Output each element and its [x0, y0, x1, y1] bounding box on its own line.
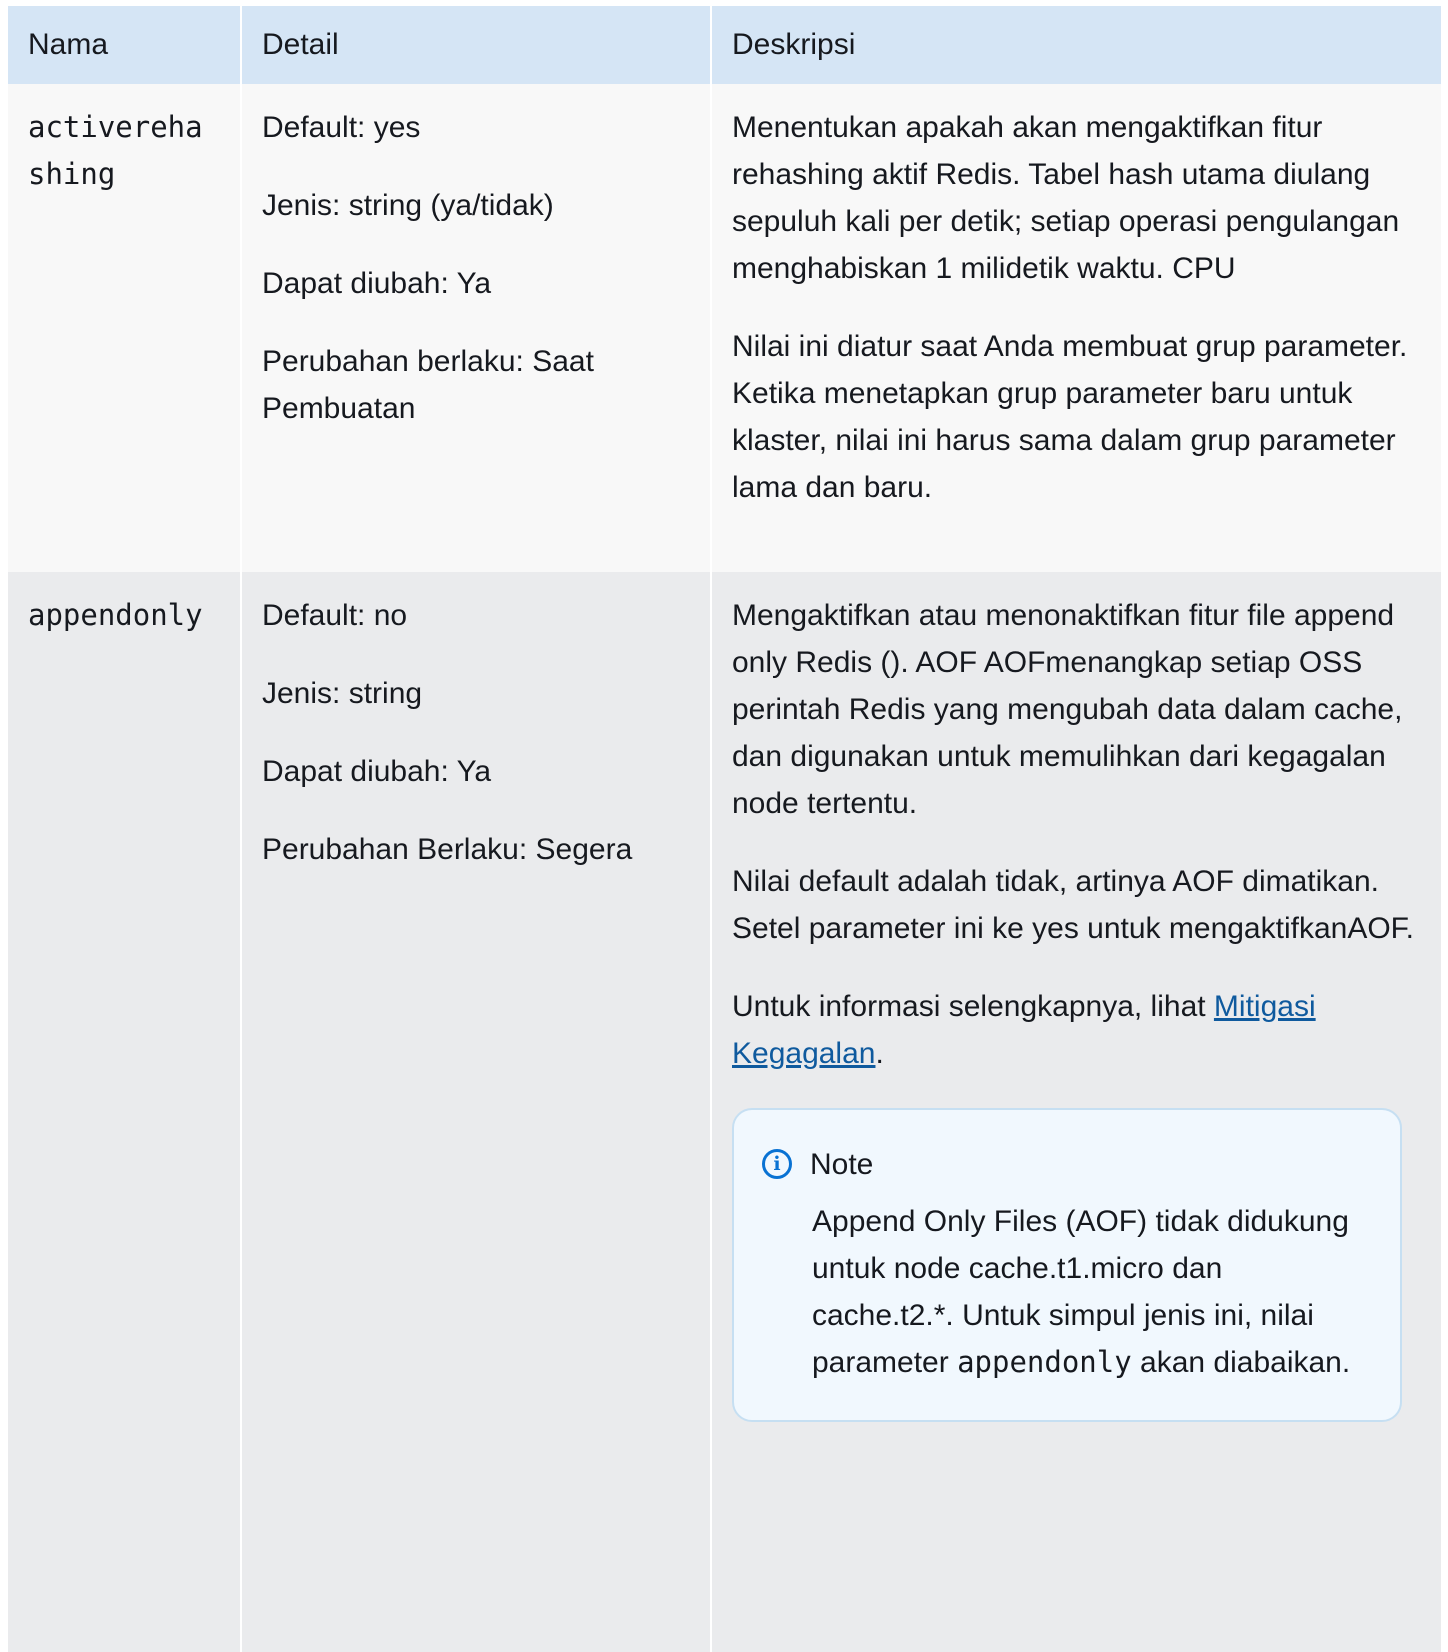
param-name: appendonly: [28, 598, 203, 632]
description-paragraph: Nilai default adalah tidak, artinya AOF …: [732, 865, 1415, 945]
note-body: Append Only Files (AOF) tidak didukung u…: [762, 1198, 1372, 1386]
detail-changes-take-effect: Perubahan Berlaku: Segera: [262, 833, 633, 866]
note-title: Note: [810, 1147, 874, 1181]
header-detail: Detail: [242, 6, 712, 84]
param-name-cell: appendonly: [8, 572, 242, 1652]
detail-default: Default: no: [262, 599, 408, 632]
more-info-text: Untuk informasi selengkapnya, lihat: [732, 990, 1214, 1023]
more-info-suffix: .: [875, 1037, 884, 1070]
info-icon: i: [762, 1149, 792, 1179]
description-paragraph: Nilai ini diatur saat Anda membuat grup …: [732, 330, 1408, 504]
table-row: appendonly Default: no Jenis: string Dap…: [8, 572, 1441, 1652]
param-description-cell: Mengaktifkan atau menonaktifkan fitur fi…: [712, 572, 1441, 1652]
param-name-cell: activerehashing: [8, 84, 242, 572]
detail-modifiable: Dapat diubah: Ya: [262, 755, 492, 788]
param-description-cell: Menentukan apakah akan mengaktifkan fitu…: [712, 84, 1441, 572]
note-text-end: akan diabaikan.: [1131, 1346, 1351, 1379]
note-box: i Note Append Only Files (AOF) tidak did…: [732, 1108, 1402, 1422]
more-info-paragraph: Untuk informasi selengkapnya, lihat Miti…: [732, 983, 1421, 1077]
param-detail-cell: Default: yes Jenis: string (ya/tidak) Da…: [242, 84, 712, 572]
description-paragraph: Mengaktifkan atau menonaktifkan fitur fi…: [732, 599, 1403, 820]
detail-modifiable: Dapat diubah: Ya: [262, 267, 492, 300]
param-detail-cell: Default: no Jenis: string Dapat diubah: …: [242, 572, 712, 1652]
table-header-row: Nama Detail Deskripsi: [8, 6, 1441, 84]
note-header: i Note: [762, 1144, 1372, 1184]
header-description: Deskripsi: [712, 6, 1441, 84]
detail-default: Default: yes: [262, 111, 421, 144]
param-name: activerehashing: [28, 110, 203, 191]
note-code: appendonly: [957, 1345, 1132, 1379]
detail-changes-take-effect: Perubahan berlaku: Saat Pembuatan: [262, 345, 594, 425]
table-row: activerehashing Default: yes Jenis: stri…: [8, 84, 1441, 572]
detail-type: Jenis: string (ya/tidak): [262, 189, 554, 222]
description-paragraph: Menentukan apakah akan mengaktifkan fitu…: [732, 111, 1400, 285]
parameter-table: Nama Detail Deskripsi activerehashing De…: [8, 6, 1441, 1652]
detail-type: Jenis: string: [262, 677, 423, 710]
header-name: Nama: [8, 6, 242, 84]
